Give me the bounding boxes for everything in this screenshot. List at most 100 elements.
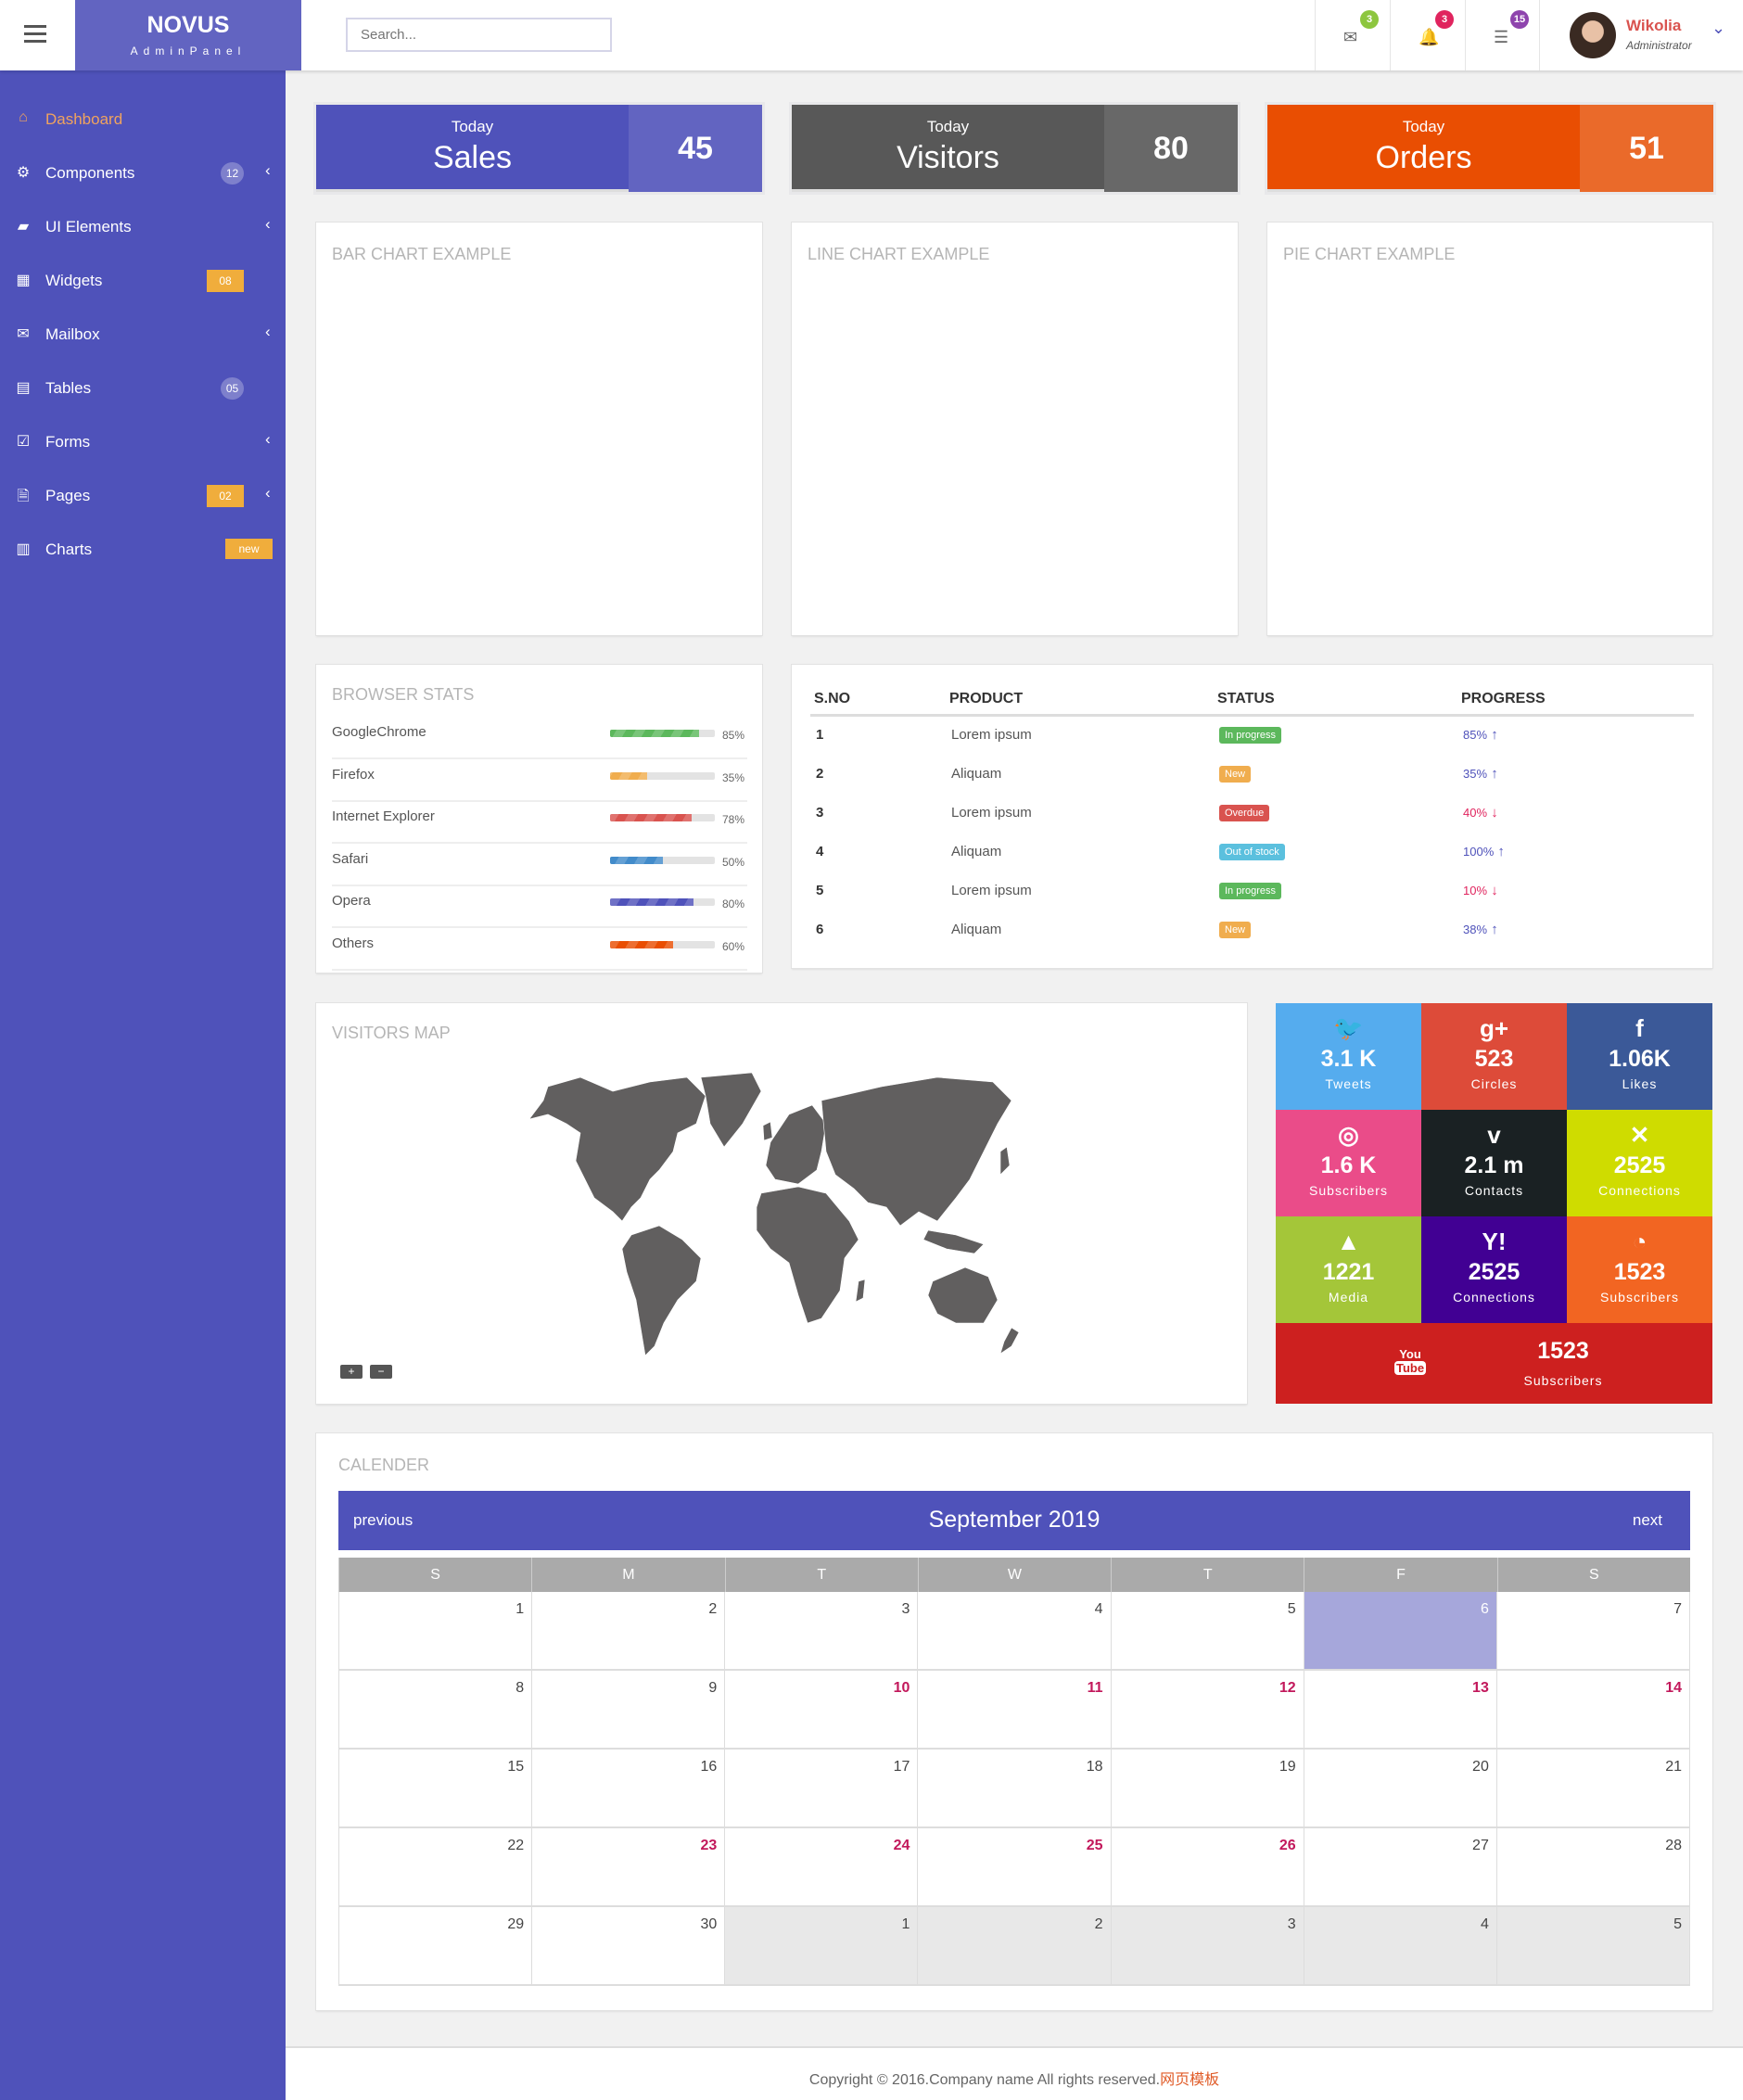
- social-caption: Circles: [1470, 1076, 1518, 1091]
- visitors-map-card: VISITORS MAP + −: [316, 1003, 1247, 1404]
- table-row: 1 Lorem ipsum In progress 85% ↑: [810, 715, 1694, 754]
- calendar-day[interactable]: 7: [1495, 1592, 1690, 1669]
- social-tile-android[interactable]: ▲ 1221 Media: [1276, 1216, 1421, 1323]
- calendar-day[interactable]: 3: [724, 1592, 917, 1669]
- social-tile-rss[interactable]: ◔ 1523 Subscribers: [1567, 1216, 1712, 1323]
- calendar-day[interactable]: 6: [1303, 1592, 1496, 1669]
- calendar-day[interactable]: 14: [1495, 1671, 1690, 1748]
- social-tile-facebook[interactable]: f 1.06K Likes: [1567, 1003, 1712, 1110]
- calendar-day[interactable]: 10: [724, 1671, 917, 1748]
- calendar-next-button[interactable]: next: [1633, 1511, 1662, 1530]
- social-tile-twitter[interactable]: 🐦 3.1 K Tweets: [1276, 1003, 1421, 1110]
- map-africa: [756, 1186, 859, 1324]
- browser-progress-bar: [610, 856, 715, 864]
- calendar-day[interactable]: 21: [1495, 1750, 1690, 1826]
- notification-envelope-button[interactable]: ✉ 3: [1315, 0, 1389, 70]
- file-icon: 🗎: [17, 489, 30, 504]
- rss-icon: ◔: [1632, 1228, 1648, 1255]
- calendar-day[interactable]: 15: [338, 1750, 531, 1826]
- status-badge: Out of stock: [1219, 843, 1285, 860]
- calendar-day[interactable]: 17: [724, 1750, 917, 1826]
- book-icon: ▰: [17, 219, 30, 235]
- logo-title: NOVUS: [146, 12, 230, 38]
- calendar-day[interactable]: 19: [1110, 1750, 1304, 1826]
- sidebar-item-components[interactable]: ⚙ Components 12 ‹: [0, 155, 286, 192]
- stat-card-orders: Today Orders 51: [1267, 105, 1713, 192]
- calendar-day[interactable]: 12: [1110, 1671, 1304, 1748]
- search-input[interactable]: [346, 18, 612, 52]
- row-number: 3: [816, 804, 824, 821]
- calendar-day[interactable]: 1: [724, 1907, 918, 1984]
- notification-tasks-button[interactable]: ☰ 15: [1465, 0, 1539, 70]
- calendar-day[interactable]: 3: [1110, 1907, 1304, 1984]
- calendar-day[interactable]: 11: [917, 1671, 1110, 1748]
- sidebar-item-mailbox[interactable]: ✉ Mailbox ‹: [0, 316, 286, 353]
- footer-link[interactable]: 网页模板: [1160, 2072, 1219, 2088]
- user-menu[interactable]: Wikolia Administrator ⌄: [1539, 0, 1743, 70]
- sidebar-item-ui-elements[interactable]: ▰ UI Elements ‹: [0, 209, 286, 246]
- sidebar-item-tables[interactable]: ▤ Tables 05: [0, 370, 286, 407]
- social-tile-yahoo[interactable]: Y! 2525 Connections: [1421, 1216, 1567, 1323]
- column-header: STATUS: [1214, 685, 1457, 717]
- social-tile-youtube[interactable]: You Tube 1523 Subscribers: [1276, 1323, 1712, 1404]
- calendar-day[interactable]: 4: [1303, 1907, 1496, 1984]
- row-number: 5: [816, 882, 824, 898]
- calendar-day[interactable]: 5: [1110, 1592, 1304, 1669]
- home-icon: ⌂: [19, 109, 28, 125]
- sidebar-item-dashboard[interactable]: ⌂ Dashboard: [0, 101, 286, 138]
- browser-name: Safari: [332, 850, 369, 867]
- calendar-day[interactable]: 26: [1110, 1828, 1304, 1905]
- calendar-day[interactable]: 4: [917, 1592, 1110, 1669]
- sidebar-item-forms[interactable]: ☑ Forms ‹: [0, 424, 286, 461]
- calendar-day[interactable]: 24: [724, 1828, 917, 1905]
- calendar-day[interactable]: 1: [338, 1592, 531, 1669]
- calendar-day[interactable]: 5: [1495, 1907, 1690, 1984]
- calendar-day[interactable]: 22: [338, 1828, 531, 1905]
- social-value: 2.1 m: [1464, 1152, 1524, 1178]
- stat-label: Orders: [1375, 140, 1472, 175]
- calendar-day[interactable]: 16: [531, 1750, 724, 1826]
- calendar-day[interactable]: 9: [531, 1671, 724, 1748]
- avatar: [1570, 12, 1616, 58]
- check-square-icon: ☑: [16, 434, 31, 450]
- notification-bell-button[interactable]: 🔔 3: [1390, 0, 1464, 70]
- calendar-day[interactable]: 18: [917, 1750, 1110, 1826]
- calendar-day[interactable]: 23: [531, 1828, 724, 1905]
- menu-toggle-icon[interactable]: [24, 25, 46, 44]
- calendar-day[interactable]: 28: [1495, 1828, 1690, 1905]
- chevron-left-icon: ‹: [265, 215, 271, 233]
- chevron-left-icon: ‹: [265, 161, 271, 179]
- social-tile-vimeo[interactable]: v 2.1 m Contacts: [1421, 1110, 1567, 1216]
- map-zoom-in-button[interactable]: +: [340, 1365, 363, 1379]
- logo[interactable]: NOVUS AdminPanel: [75, 0, 301, 70]
- calendar-day[interactable]: 27: [1303, 1828, 1496, 1905]
- calendar-day[interactable]: 2: [917, 1907, 1111, 1984]
- sidebar-item-widgets[interactable]: ▦ Widgets 08: [0, 262, 286, 299]
- arrow-up-icon: ↑: [1491, 765, 1498, 782]
- social-tile-dribbble[interactable]: ◎ 1.6 K Subscribers: [1276, 1110, 1421, 1216]
- social-tile-xing[interactable]: ✕ 2525 Connections: [1567, 1110, 1712, 1216]
- calendar-day[interactable]: 13: [1303, 1671, 1496, 1748]
- weekday-label: F: [1304, 1558, 1496, 1592]
- social-caption: Connections: [1598, 1183, 1681, 1198]
- products-table: S.NO PRODUCT STATUS PROGRESS 1 Lorem ipsum …: [810, 685, 1694, 948]
- column-header: PROGRESS: [1457, 685, 1694, 717]
- world-map[interactable]: [492, 1059, 1049, 1374]
- calendar-day[interactable]: 2: [531, 1592, 724, 1669]
- row-number: 6: [816, 921, 824, 937]
- sidebar-item-label: Forms: [45, 433, 91, 451]
- map-zoom-out-button[interactable]: −: [370, 1365, 392, 1379]
- calendar-day[interactable]: 20: [1303, 1750, 1496, 1826]
- social-value: 2525: [1468, 1259, 1520, 1285]
- calendar-day[interactable]: 25: [917, 1828, 1110, 1905]
- sidebar-item-charts[interactable]: ▥ Charts new: [0, 531, 286, 568]
- calendar-day[interactable]: 30: [531, 1907, 724, 1984]
- calendar-day[interactable]: 8: [338, 1671, 531, 1748]
- social-tile-google-plus[interactable]: g+ 523 Circles: [1421, 1003, 1567, 1110]
- map-new-zealand: [999, 1327, 1020, 1355]
- social-value: 1523: [1613, 1259, 1666, 1285]
- sidebar-item-pages[interactable]: 🗎 Pages 02 ‹: [0, 477, 286, 515]
- map-madagascar: [855, 1279, 866, 1303]
- calendar-day[interactable]: 29: [338, 1907, 531, 1984]
- status-badge: In progress: [1219, 727, 1282, 745]
